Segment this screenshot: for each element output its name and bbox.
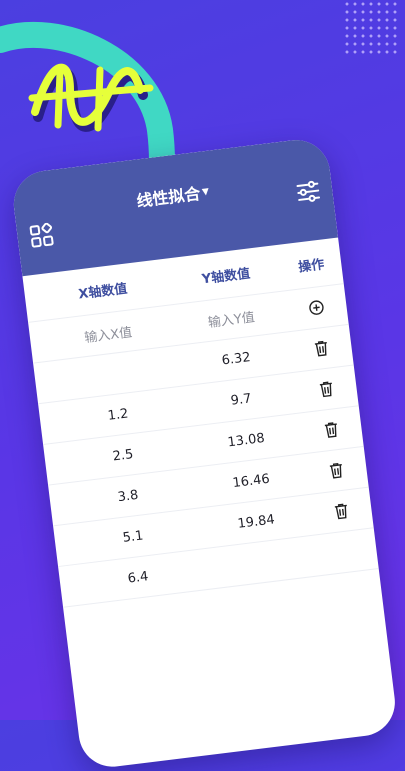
trash-icon[interactable] <box>298 366 354 412</box>
grid-menu-icon[interactable] <box>28 222 57 251</box>
title-label: 线性拟合 <box>135 184 202 211</box>
action-column-header: 操作 <box>297 256 326 275</box>
trash-icon[interactable] <box>293 325 349 371</box>
chevron-down-icon: ▼ <box>201 186 210 198</box>
trash-icon[interactable] <box>313 488 369 534</box>
plus-circle-icon[interactable] <box>288 285 344 331</box>
dot-pattern <box>343 0 399 58</box>
trash-icon[interactable] <box>308 447 364 493</box>
sliders-icon[interactable] <box>295 179 322 204</box>
page-title[interactable]: 线性拟合▼ <box>13 164 332 227</box>
data-table: X轴数值 Y轴数值 操作 输入X值 输入Y值 6.32 1.2 9.7 2.5 … <box>22 237 379 608</box>
trash-icon[interactable] <box>303 407 359 453</box>
